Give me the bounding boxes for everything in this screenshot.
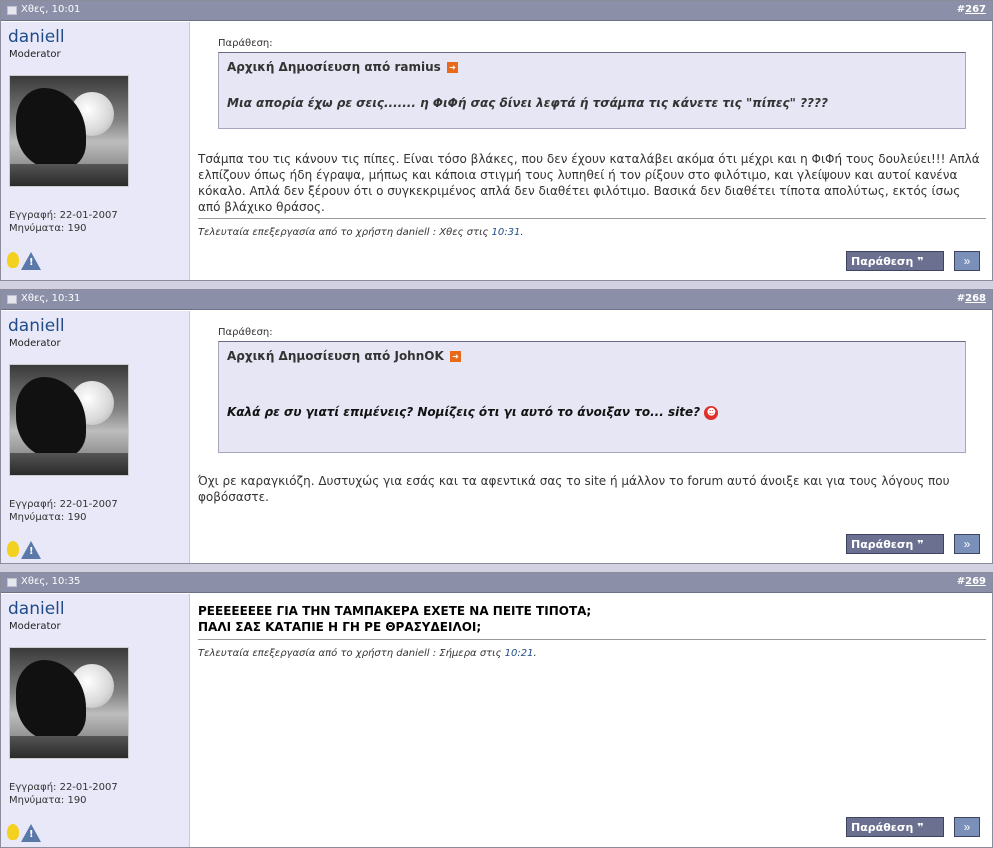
edit-time: 10:31 — [491, 227, 521, 238]
post-header: Χθες, 10:35 #269 — [1, 573, 992, 593]
edit-note: Τελευταία επεξεργασία από το χρήστη dani… — [198, 648, 537, 659]
avatar — [9, 647, 129, 759]
quote-button[interactable]: Παράθεση ❞ — [846, 251, 944, 271]
post-message: Τσάμπα του τις κάνουν τις πίπες. Είναι τ… — [198, 152, 980, 214]
quote-box: Αρχική Δημοσίευση από JohnOK ➜ Καλά ρε σ… — [218, 341, 966, 453]
post-permalink[interactable]: 267 — [965, 4, 986, 15]
post-number: #268 — [956, 293, 986, 304]
post-date: Χθες, 10:31 — [21, 293, 81, 304]
post-message-line: ΡΕΕΕΕΕΕΕΕ ΓΙΑ ΤΗΝ ΤΑΜΠΑΚΕΡΑ ΕΧΕΤΕ ΝΑ ΠΕΙ… — [198, 604, 592, 618]
laughing-smiley-icon: ☻ — [704, 405, 719, 420]
lightbulb-icon — [7, 252, 19, 268]
view-post-arrow-icon[interactable]: ➜ — [449, 351, 461, 362]
post-content: ΡΕΕΕΕΕΕΕΕ ΓΙΑ ΤΗΝ ΤΑΜΠΑΚΕΡΑ ΕΧΕΤΕ ΝΑ ΠΕΙ… — [198, 594, 986, 847]
edit-suffix: . — [520, 227, 524, 238]
user-icons: ! — [7, 252, 41, 272]
quote-text: Μια απορία έχω ρε σεις....... η ΦιΦή σας… — [227, 96, 828, 110]
user-icons: ! — [7, 824, 41, 844]
report-warning-icon[interactable]: ! — [21, 252, 41, 270]
quote-button[interactable]: Παράθεση ❞ — [846, 817, 944, 837]
water-shape — [10, 453, 128, 475]
user-meta: Εγγραφή: 22-01-2007 Μηνύματα: 190 — [9, 498, 118, 524]
quote-label: Παράθεση: — [218, 327, 273, 338]
join-date: Εγγραφή: 22-01-2007 — [9, 499, 118, 510]
lightbulb-icon — [7, 541, 19, 557]
signature-divider — [198, 218, 986, 219]
post-count: Μηνύματα: 190 — [9, 512, 87, 523]
signature-divider — [198, 639, 986, 640]
post-icon — [7, 295, 17, 304]
view-post-arrow-icon[interactable]: ➜ — [446, 62, 458, 73]
lightbulb-icon — [7, 824, 19, 840]
post-number: #269 — [956, 576, 986, 587]
user-icons: ! — [7, 541, 41, 561]
quote-button-label: Παράθεση — [851, 254, 914, 268]
report-warning-icon[interactable]: ! — [21, 824, 41, 842]
post-date: Χθες, 10:01 — [21, 4, 81, 15]
edit-note: Τελευταία επεξεργασία από το χρήστη dani… — [198, 227, 524, 238]
user-title: Moderator — [9, 621, 61, 632]
quote-author-text: Αρχική Δημοσίευση από ramius — [227, 60, 441, 74]
join-date: Εγγραφή: 22-01-2007 — [9, 782, 118, 793]
avatar — [9, 75, 129, 187]
username-link[interactable]: daniell — [8, 316, 65, 336]
user-sidebar: daniell Moderator Εγγραφή: 22-01-2007 Μη… — [1, 311, 190, 563]
post-message: Όχι ρε καραγκιόζη. Δυστυχώς για εσάς και… — [198, 474, 950, 504]
user-title: Moderator — [9, 49, 61, 60]
post-icon — [7, 578, 17, 587]
quote-author: Αρχική Δημοσίευση από JohnOK ➜ — [227, 349, 957, 363]
edit-note-text: Τελευταία επεξεργασία από το χρήστη dani… — [198, 227, 489, 238]
quote-text-content: Καλά ρε συ γιατί επιμένεις? Νομίζεις ότι… — [227, 405, 701, 419]
post: Χθες, 10:35 #269 daniell Moderator Εγγρα… — [0, 572, 993, 848]
user-meta: Εγγραφή: 22-01-2007 Μηνύματα: 190 — [9, 209, 118, 235]
user-title: Moderator — [9, 338, 61, 349]
post-count: Μηνύματα: 190 — [9, 223, 87, 234]
avatar — [9, 364, 129, 476]
quote-author-text: Αρχική Δημοσίευση από JohnOK — [227, 349, 444, 363]
post-permalink[interactable]: 269 — [965, 576, 986, 587]
post-permalink[interactable]: 268 — [965, 293, 986, 304]
multi-quote-button[interactable]: » — [954, 817, 980, 837]
post: Χθες, 10:01 #267 daniell Moderator Εγγρα… — [0, 0, 993, 281]
username-link[interactable]: daniell — [8, 27, 65, 47]
edit-time: 10:21 — [504, 648, 534, 659]
quote-button[interactable]: Παράθεση ❞ — [846, 534, 944, 554]
post-message: ΡΕΕΕΕΕΕΕΕ ΓΙΑ ΤΗΝ ΤΑΜΠΑΚΕΡΑ ΕΧΕΤΕ ΝΑ ΠΕΙ… — [198, 603, 986, 635]
quote-text: Καλά ρε συ γιατί επιμένεις? Νομίζεις ότι… — [227, 405, 957, 420]
quote-box: Αρχική Δημοσίευση από ramius ➜ Μια απορί… — [218, 52, 966, 129]
quote-button-label: Παράθεση — [851, 820, 914, 834]
multi-quote-button[interactable]: » — [954, 534, 980, 554]
post-date: Χθες, 10:35 — [21, 576, 81, 587]
username-link[interactable]: daniell — [8, 599, 65, 619]
post-header: Χθες, 10:01 #267 — [1, 1, 992, 21]
post-count: Μηνύματα: 190 — [9, 795, 87, 806]
post-content: Παράθεση: Αρχική Δημοσίευση από ramius ➜… — [198, 22, 986, 280]
user-sidebar: daniell Moderator Εγγραφή: 22-01-2007 Μη… — [1, 22, 190, 280]
post-number: #267 — [956, 4, 986, 15]
multi-quote-button[interactable]: » — [954, 251, 980, 271]
post-icon — [7, 6, 17, 15]
edit-suffix: . — [533, 648, 537, 659]
join-date: Εγγραφή: 22-01-2007 — [9, 210, 118, 221]
quote-author: Αρχική Δημοσίευση από ramius ➜ — [227, 60, 957, 74]
post-content: Παράθεση: Αρχική Δημοσίευση από JohnOK ➜… — [198, 311, 986, 563]
quote-label: Παράθεση: — [218, 38, 273, 49]
water-shape — [10, 164, 128, 186]
post: Χθες, 10:31 #268 daniell Moderator Εγγρα… — [0, 289, 993, 564]
post-message-line: ΠΑΛΙ ΣΑΣ ΚΑΤΑΠΙΕ Η ΓΗ ΡΕ ΘΡΑΣΥΔΕΙΛΟΙ; — [198, 620, 482, 634]
water-shape — [10, 736, 128, 758]
quote-button-label: Παράθεση — [851, 537, 914, 551]
report-warning-icon[interactable]: ! — [21, 541, 41, 559]
edit-note-text: Τελευταία επεξεργασία από το χρήστη dani… — [198, 648, 502, 659]
user-sidebar: daniell Moderator Εγγραφή: 22-01-2007 Μη… — [1, 594, 190, 847]
post-header: Χθες, 10:31 #268 — [1, 290, 992, 310]
user-meta: Εγγραφή: 22-01-2007 Μηνύματα: 190 — [9, 781, 118, 807]
